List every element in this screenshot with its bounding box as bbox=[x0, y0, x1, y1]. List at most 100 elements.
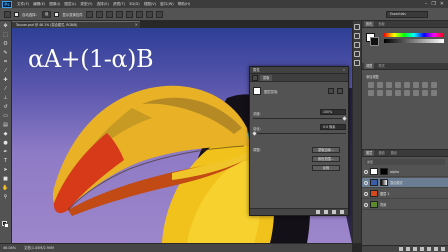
layer-name[interactable]: 混合模式 bbox=[390, 180, 403, 185]
new-group-icon[interactable] bbox=[427, 247, 431, 251]
gradient-tool-icon[interactable]: ▤ bbox=[2, 122, 10, 129]
vibrance-icon[interactable] bbox=[404, 82, 410, 88]
properties-header[interactable]: 属性 » bbox=[250, 67, 348, 74]
character-panel-icon[interactable] bbox=[354, 51, 360, 57]
blur-tool-icon[interactable]: ◆ bbox=[2, 131, 10, 138]
pixel-mask-icon[interactable] bbox=[328, 88, 334, 94]
healing-brush-tool-icon[interactable]: ✚ bbox=[2, 77, 10, 84]
crop-tool-icon[interactable]: ⌗ bbox=[2, 59, 10, 66]
restore-icon[interactable]: ❐ bbox=[431, 1, 435, 7]
menu-window[interactable]: 窗口(W) bbox=[158, 2, 176, 7]
delete-layer-icon[interactable] bbox=[441, 247, 445, 251]
menu-file[interactable]: 文件(F) bbox=[15, 2, 31, 7]
auto-select-checkbox[interactable] bbox=[14, 11, 19, 17]
menu-3d[interactable]: 3D(D) bbox=[127, 2, 142, 6]
clone-stamp-tool-icon[interactable]: ⊥ bbox=[2, 95, 10, 102]
density-field[interactable]: 100% bbox=[320, 109, 346, 115]
menu-help[interactable]: 帮助(H) bbox=[176, 2, 193, 7]
3d-mode-icon[interactable] bbox=[155, 10, 163, 18]
apply-mask-icon[interactable] bbox=[324, 210, 328, 214]
add-mask-icon[interactable] bbox=[413, 247, 417, 251]
threshold-icon[interactable] bbox=[413, 90, 419, 96]
layer-row-selected[interactable]: 混合模式 bbox=[362, 178, 448, 188]
load-selection-icon[interactable] bbox=[316, 210, 320, 214]
quick-select-tool-icon[interactable]: ✎ bbox=[2, 50, 10, 57]
minimize-icon[interactable]: – bbox=[425, 1, 428, 7]
shape-tool-icon[interactable]: ■ bbox=[2, 176, 10, 183]
mask-tab-icon[interactable] bbox=[252, 74, 258, 81]
layer-row[interactable]: 图层 1 bbox=[362, 189, 448, 199]
move-tool-icon[interactable]: ✥ bbox=[2, 23, 10, 30]
info-panel-icon[interactable] bbox=[354, 33, 360, 39]
color-spectrum[interactable] bbox=[384, 33, 444, 37]
density-slider-handle[interactable] bbox=[342, 116, 347, 121]
selective-color-icon[interactable] bbox=[431, 90, 437, 96]
tab-channels[interactable]: 通道 bbox=[376, 150, 386, 156]
close-icon[interactable]: ✕ bbox=[440, 1, 444, 7]
levels-icon[interactable] bbox=[377, 82, 383, 88]
layer-name[interactable]: 图层 1 bbox=[380, 191, 389, 196]
align-right-icon[interactable] bbox=[135, 10, 143, 18]
eraser-tool-icon[interactable]: ▭ bbox=[2, 113, 10, 120]
link-layers-icon[interactable] bbox=[399, 247, 403, 251]
visibility-eye-icon[interactable] bbox=[364, 169, 368, 174]
tab-color[interactable]: 颜色 bbox=[364, 21, 375, 27]
visibility-eye-icon[interactable] bbox=[364, 180, 368, 185]
tab-adjustments[interactable]: 调整 bbox=[364, 63, 375, 69]
layer-name[interactable]: 背景 bbox=[380, 202, 386, 207]
align-bottom-icon[interactable] bbox=[105, 10, 113, 18]
align-center-icon[interactable] bbox=[125, 10, 133, 18]
feather-field[interactable]: 0.0 像素 bbox=[320, 124, 346, 130]
brightness-contrast-icon[interactable] bbox=[368, 82, 374, 88]
align-top-icon[interactable] bbox=[85, 10, 93, 18]
tab-layers[interactable]: 图层 bbox=[364, 150, 375, 156]
menu-type[interactable]: 类型(Y) bbox=[78, 2, 94, 7]
marquee-tool-icon[interactable]: ⬚ bbox=[2, 32, 10, 39]
lasso-tool-icon[interactable]: ʘ bbox=[2, 41, 10, 48]
hand-tool-icon[interactable]: ✋ bbox=[2, 185, 10, 192]
curves-icon[interactable] bbox=[386, 82, 392, 88]
menu-filter[interactable]: 滤镜(T) bbox=[111, 2, 127, 7]
layer-style-icon[interactable] bbox=[406, 247, 410, 251]
visibility-eye-icon[interactable] bbox=[364, 191, 368, 196]
gradient-map-icon[interactable] bbox=[422, 90, 428, 96]
color-panel-background[interactable] bbox=[370, 37, 379, 46]
visibility-eye-icon[interactable] bbox=[364, 202, 368, 207]
layer-filter-dropdown[interactable]: 类型 bbox=[365, 159, 445, 165]
paragraph-panel-icon[interactable] bbox=[354, 42, 360, 48]
color-lookup-icon[interactable] bbox=[386, 90, 392, 96]
auto-select-dropdown[interactable]: 组 bbox=[41, 10, 52, 18]
tab-paths[interactable]: 路径 bbox=[389, 150, 399, 156]
density-slider[interactable] bbox=[253, 118, 346, 119]
color-range-button[interactable]: 颜色范围... bbox=[312, 156, 340, 162]
layer-row[interactable]: alpha bbox=[362, 167, 448, 177]
tab-swatches[interactable]: 色板 bbox=[376, 21, 386, 27]
zoom-tool-icon[interactable]: ⚲ bbox=[2, 194, 10, 201]
color-balance-icon[interactable] bbox=[422, 82, 428, 88]
mask-edge-button[interactable]: 蒙版边缘... bbox=[312, 147, 340, 153]
background-color-swatch[interactable] bbox=[4, 223, 9, 228]
invert-button[interactable]: 反相 bbox=[312, 165, 340, 171]
history-brush-tool-icon[interactable]: ↺ bbox=[2, 104, 10, 111]
eyedropper-tool-icon[interactable]: ⁄ bbox=[2, 68, 10, 75]
history-panel-icon[interactable] bbox=[354, 24, 360, 30]
workspace-dropdown[interactable]: Essentials bbox=[386, 11, 428, 18]
move-tool-preset-icon[interactable] bbox=[4, 10, 11, 18]
black-white-icon[interactable] bbox=[431, 82, 437, 88]
layer-row[interactable]: 背景 bbox=[362, 200, 448, 210]
distribute-icon[interactable] bbox=[145, 10, 153, 18]
type-tool-icon[interactable]: T bbox=[2, 158, 10, 165]
menu-view[interactable]: 视图(V) bbox=[142, 2, 158, 7]
delete-mask-icon[interactable] bbox=[340, 210, 344, 214]
document-tab[interactable]: Toucan.psd @ 46.1% (混合模式, RGB/8) × bbox=[12, 21, 140, 28]
menu-layer[interactable]: 图层(L) bbox=[62, 2, 78, 7]
pen-tool-icon[interactable]: ✒ bbox=[2, 149, 10, 156]
menu-select[interactable]: 选择(S) bbox=[95, 2, 111, 7]
properties-panel-icon[interactable] bbox=[354, 60, 360, 66]
photo-filter-icon[interactable] bbox=[368, 90, 374, 96]
posterize-icon[interactable] bbox=[404, 90, 410, 96]
new-adjustment-icon[interactable] bbox=[420, 247, 424, 251]
tab-masks[interactable]: 蒙版 bbox=[260, 74, 273, 81]
new-layer-icon[interactable] bbox=[434, 247, 438, 251]
layer-name[interactable]: alpha bbox=[390, 170, 399, 174]
